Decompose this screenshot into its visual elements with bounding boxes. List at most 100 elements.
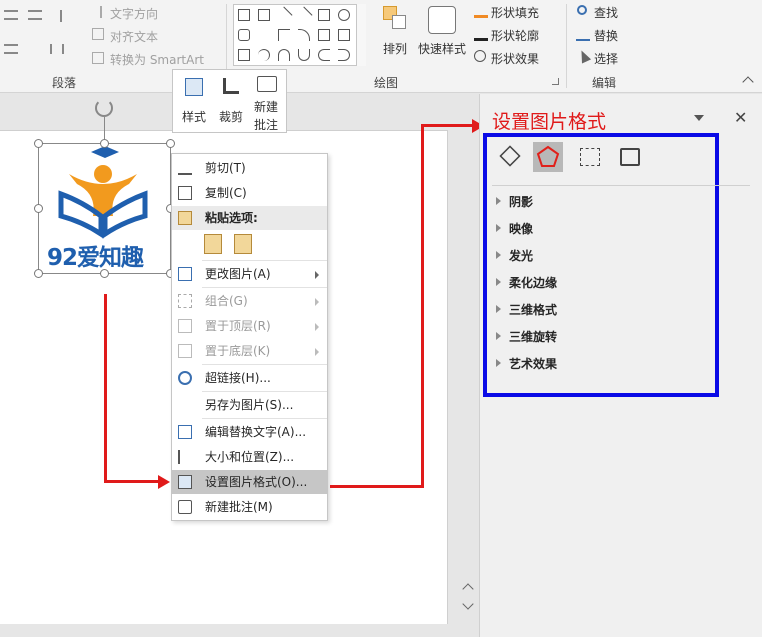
elbow-connector-shape-icon[interactable]	[278, 29, 290, 41]
replace-icon	[576, 27, 590, 41]
rotate-handle-icon[interactable]	[95, 99, 113, 117]
menu-item-format-picture[interactable]: 设置图片格式(O)...	[172, 470, 327, 494]
style-button[interactable]: 样式	[182, 108, 206, 125]
menu-item-size-position[interactable]: 大小和位置(Z)...	[172, 445, 327, 469]
replace-button[interactable]: 替换	[594, 27, 618, 44]
wave-shape-icon[interactable]	[298, 49, 310, 61]
menu-item-send-to-back[interactable]: 置于底层(K)	[172, 339, 327, 363]
expand-arrow-icon	[496, 224, 501, 232]
oval-shape-icon[interactable]	[338, 9, 350, 21]
arc-shape-icon[interactable]	[278, 49, 290, 61]
shape-fill-button[interactable]: 形状填充	[491, 4, 539, 21]
textbox-shape-icon[interactable]	[238, 9, 250, 21]
effects-tab-icon[interactable]	[533, 142, 563, 172]
vertical-textbox-shape-icon[interactable]	[258, 9, 270, 21]
shape-outline-button[interactable]: 形状轮廓	[491, 27, 539, 44]
brace-shape-icon[interactable]	[318, 49, 330, 61]
decrease-indent-icon[interactable]	[28, 10, 42, 20]
resize-handle-w[interactable]	[34, 204, 43, 213]
menu-item-hyperlink[interactable]: 超链接(H)...	[172, 366, 327, 390]
menu-separator	[202, 287, 327, 288]
scissors-icon	[178, 161, 192, 175]
mini-toolbar: 样式 裁剪 新建 批注	[172, 69, 287, 133]
shape-effects-button[interactable]: 形状效果	[491, 50, 539, 67]
line-shape-icon[interactable]	[275, 6, 293, 24]
quick-styles-button[interactable]: 快速样式	[418, 40, 466, 57]
menu-item-group[interactable]: 组合(G)	[172, 289, 327, 313]
find-button[interactable]: 查找	[594, 4, 618, 21]
triangle-shape-icon[interactable]	[258, 29, 270, 41]
resize-handle-s[interactable]	[100, 269, 109, 278]
section-shadow[interactable]: 阴影	[496, 193, 533, 210]
resize-handle-sw[interactable]	[34, 269, 43, 278]
section-3d-rotation[interactable]: 三维旋转	[496, 328, 557, 345]
paste-option-picture-icon[interactable]	[234, 234, 252, 254]
rectangle-shape-icon[interactable]	[318, 9, 330, 21]
rounded-rect-shape-icon[interactable]	[238, 29, 250, 41]
menu-item-change-picture[interactable]: 更改图片(A)	[172, 262, 327, 286]
menu-separator	[202, 391, 327, 392]
submenu-arrow-icon	[315, 348, 319, 356]
menu-item-cut[interactable]: 剪切(T)	[172, 156, 327, 180]
shape-fill-icon	[474, 4, 488, 18]
crop-button[interactable]: 裁剪	[219, 108, 243, 125]
section-3d-format[interactable]: 三维格式	[496, 301, 557, 318]
star-shape-icon[interactable]	[238, 49, 250, 61]
section-soft-edges[interactable]: 柔化边缘	[496, 274, 557, 291]
align-text-button[interactable]: 对齐文本	[110, 28, 158, 45]
resize-handle-n[interactable]	[100, 139, 109, 148]
shape-effects-icon	[474, 50, 486, 62]
size-properties-tab-icon[interactable]	[580, 148, 600, 166]
paragraph-group-label: 段落	[52, 76, 77, 90]
annotation-arrow-to-panel	[421, 124, 475, 127]
section-artistic-effects[interactable]: 艺术效果	[496, 355, 557, 372]
editing-group-label: 编辑	[592, 76, 617, 90]
menu-item-bring-to-front[interactable]: 置于顶层(R)	[172, 314, 327, 338]
justify-icon[interactable]	[4, 44, 18, 54]
arc-connector-shape-icon[interactable]	[298, 29, 310, 41]
line-spacing-icon[interactable]	[60, 10, 74, 22]
arrange-icon	[383, 6, 409, 32]
paste-option-keep-text-icon[interactable]	[204, 234, 222, 254]
menu-item-save-as-picture[interactable]: 另存为图片(S)...	[172, 393, 327, 417]
picture-tab-icon[interactable]	[620, 148, 640, 166]
collapse-ribbon-icon[interactable]	[742, 76, 754, 88]
annotation-arrow-return	[330, 485, 422, 488]
menu-item-copy[interactable]: 复制(C)	[172, 181, 327, 205]
shape-outline-icon	[474, 27, 488, 41]
curve-shape-icon[interactable]	[258, 49, 270, 61]
expand-arrow-icon	[496, 251, 501, 259]
text-direction-button[interactable]: 文字方向	[110, 5, 158, 22]
list-indent-icon[interactable]	[4, 10, 18, 20]
close-icon[interactable]: ✕	[734, 108, 747, 127]
new-comment-button-line2[interactable]: 批注	[254, 116, 278, 133]
resize-handle-nw[interactable]	[34, 139, 43, 148]
send-back-icon	[178, 344, 192, 358]
annotation-arrowhead-1	[158, 475, 170, 489]
select-button[interactable]: 选择	[594, 50, 618, 67]
menu-item-new-comment[interactable]: 新建批注(M)	[172, 495, 327, 519]
brace-right-shape-icon[interactable]	[338, 49, 350, 61]
section-reflection[interactable]: 映像	[496, 220, 533, 237]
arrange-button[interactable]: 排列	[383, 40, 407, 57]
expand-arrow-icon	[496, 332, 501, 340]
arrow-line-shape-icon[interactable]	[295, 6, 313, 24]
annotation-arrow-down	[104, 294, 107, 482]
columns-icon[interactable]	[50, 44, 64, 54]
convert-smartart-button[interactable]: 转换为 SmartArt	[110, 51, 204, 68]
shapes-gallery[interactable]	[233, 4, 365, 66]
new-comment-button-line1[interactable]: 新建	[254, 98, 278, 115]
gallery-scroll[interactable]	[356, 4, 366, 66]
selected-picture[interactable]: 92爱知趣	[38, 143, 171, 274]
down-arrow-shape-icon[interactable]	[338, 29, 350, 41]
drawing-group-label: 绘图	[374, 76, 399, 90]
menu-item-edit-alt-text[interactable]: 编辑替换文字(A)...	[172, 420, 327, 444]
pane-options-dropdown-icon[interactable]	[694, 115, 704, 121]
resize-handle-ne[interactable]	[166, 139, 175, 148]
dialog-launcher-icon[interactable]	[552, 78, 559, 85]
ribbon: 文字方向 对齐文本 转换为 SmartArt 段落 排列 快速样式 形状填充 形	[0, 0, 762, 93]
cursor-icon	[576, 48, 592, 64]
section-glow[interactable]: 发光	[496, 247, 533, 264]
comment-icon	[178, 500, 192, 514]
right-arrow-shape-icon[interactable]	[318, 29, 330, 41]
